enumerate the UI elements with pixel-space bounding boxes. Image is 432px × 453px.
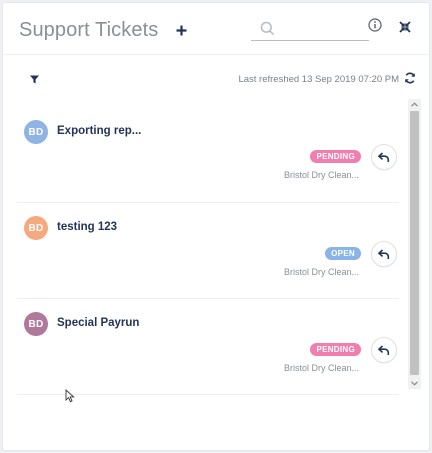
- widget-header: Support Tickets: [3, 3, 429, 55]
- avatar: BD: [24, 120, 48, 144]
- avatar-initials: BD: [28, 222, 44, 234]
- reply-button[interactable]: [371, 241, 397, 267]
- scroll-down-button[interactable]: [408, 378, 421, 389]
- ticket-row[interactable]: BD Exporting rep... PENDING Bristol Dry …: [17, 107, 399, 203]
- plus-icon: [176, 25, 186, 35]
- reply-icon: [378, 151, 390, 162]
- reply-icon: [378, 248, 390, 259]
- refresh-button[interactable]: [404, 71, 416, 85]
- ticket-row[interactable]: BD testing 123 OPEN Bristol Dry Clean...: [17, 203, 399, 299]
- collapse-button[interactable]: [399, 20, 413, 36]
- ticket-company: Bristol Dry Clean...: [283, 267, 359, 277]
- ticket-row[interactable]: BD Special Payrun PENDING Bristol Dry Cl…: [17, 299, 399, 395]
- status-badge: OPEN: [325, 247, 361, 260]
- page-title: Support Tickets: [19, 19, 159, 41]
- add-ticket-button[interactable]: [172, 19, 190, 41]
- ticket-list: BD Exporting rep... PENDING Bristol Dry …: [3, 107, 403, 395]
- refresh-icon: [405, 72, 415, 84]
- info-button[interactable]: [368, 18, 384, 36]
- info-icon: [368, 18, 382, 32]
- reply-button[interactable]: [371, 144, 397, 170]
- list-scrollbar[interactable]: [408, 99, 421, 389]
- reply-icon: [378, 344, 390, 355]
- filter-button[interactable]: [30, 71, 40, 84]
- ticket-subject[interactable]: Exporting rep...: [57, 125, 141, 137]
- status-badge: PENDING: [310, 343, 361, 356]
- status-badge: PENDING: [310, 150, 361, 163]
- reply-button[interactable]: [371, 337, 397, 363]
- filter-icon: [30, 75, 39, 84]
- ticket-subject[interactable]: Special Payrun: [57, 317, 139, 329]
- avatar-initials: BD: [28, 318, 44, 330]
- scroll-up-button[interactable]: [408, 99, 421, 110]
- ticket-subject[interactable]: testing 123: [57, 221, 117, 233]
- avatar: BD: [24, 216, 48, 240]
- scrollbar-thumb[interactable]: [410, 111, 419, 375]
- chevron-down-icon: [411, 381, 418, 386]
- avatar: BD: [24, 312, 48, 336]
- collapse-arrows-icon: [399, 21, 411, 33]
- support-tickets-widget: Support Tickets Last refreshed 13 Sep 20…: [2, 2, 430, 451]
- widget-toolbar: Last refreshed 13 Sep 2019 07:20 PM: [3, 63, 429, 89]
- ticket-company: Bristol Dry Clean...: [283, 170, 359, 180]
- search-icon: [260, 21, 275, 35]
- avatar-initials: BD: [28, 126, 44, 138]
- ticket-company: Bristol Dry Clean...: [283, 363, 359, 373]
- search-box: [251, 17, 369, 41]
- mouse-cursor-icon: [65, 389, 75, 403]
- search-input[interactable]: [281, 18, 369, 39]
- chevron-up-icon: [411, 102, 418, 107]
- last-refreshed-text: Last refreshed 13 Sep 2019 07:20 PM: [238, 74, 399, 85]
